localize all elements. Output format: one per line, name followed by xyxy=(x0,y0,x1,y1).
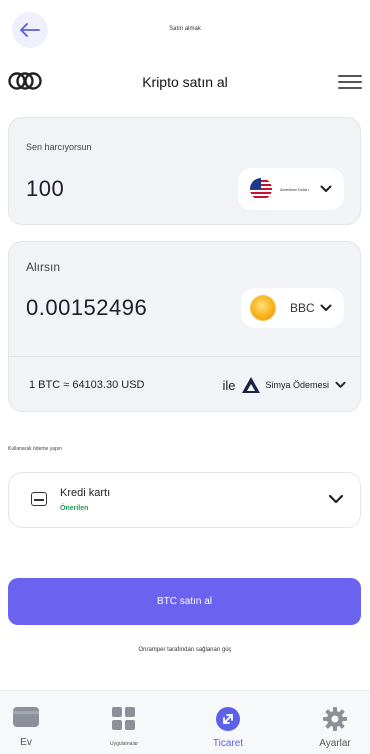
widget-title: Kripto satın al xyxy=(142,74,228,90)
receive-label: Alırsın xyxy=(26,260,61,274)
receive-amount: 0.00152496 xyxy=(26,295,148,320)
nav-label-trade: Ticaret xyxy=(212,738,244,749)
nav-item-home[interactable]: Ev xyxy=(0,691,63,754)
payment-method-name: Kredi kartı xyxy=(60,487,111,499)
provider-selector[interactable]: ile Simya Ödemesi xyxy=(222,376,346,394)
recommended-badge: Önerilen xyxy=(60,505,89,512)
credit-card-icon xyxy=(31,492,47,506)
spend-amount-input[interactable]: 100 xyxy=(26,176,64,202)
chevron-down-icon xyxy=(335,381,346,388)
fiat-currency-label: Amerikan Doları xyxy=(280,186,309,192)
nav-item-apps[interactable]: Uygulamalar xyxy=(87,691,161,754)
chevron-down-icon xyxy=(320,185,332,192)
us-flag-icon xyxy=(250,178,272,200)
wallet-icon xyxy=(13,707,39,727)
powered-by-text: Onramper tarafından sağlanan güç xyxy=(138,647,232,653)
provider-name: Simya Ödemesi xyxy=(265,380,329,390)
crypto-currency-label: BBC xyxy=(290,301,315,315)
payment-method-label: Kullanarak ödeme yapın xyxy=(8,446,62,452)
menu-button[interactable] xyxy=(338,70,362,94)
trade-icon xyxy=(216,707,240,731)
spend-card: Sen harcıyorsun 100 Amerikan Doları xyxy=(8,117,361,225)
nav-label-apps: Uygulamalar xyxy=(109,741,139,747)
card-divider xyxy=(8,356,361,357)
nav-item-settings[interactable]: Ayarlar xyxy=(298,691,370,754)
crypto-currency-selector[interactable]: BBC xyxy=(241,288,344,328)
provider-prefix: ile xyxy=(222,377,236,393)
chevron-down-icon xyxy=(328,494,344,504)
apps-grid-icon xyxy=(112,707,135,730)
buy-btc-button[interactable]: BTC satın al xyxy=(8,578,361,625)
nav-label-settings: Ayarlar xyxy=(319,738,351,749)
spend-label: Sen harcıyorsun xyxy=(26,142,92,152)
widget-header: Kripto satın al xyxy=(0,64,370,100)
nav-item-trade[interactable]: Ticaret xyxy=(191,691,265,754)
menu-icon xyxy=(338,75,362,77)
alchemy-logo-icon xyxy=(242,377,261,393)
nav-label-home: Ev xyxy=(20,737,32,748)
bitcoin-coin-icon xyxy=(251,296,275,320)
chevron-down-icon xyxy=(320,304,332,311)
bottom-nav: Ev Uygulamalar Ticaret Ayarlar xyxy=(0,690,370,754)
fiat-currency-selector[interactable]: Amerikan Doları xyxy=(238,168,344,210)
top-bar: Satın almak xyxy=(0,0,370,60)
exchange-rate: 1 BTC ≈ 64103.30 USD xyxy=(29,379,145,391)
settings-gear-icon xyxy=(323,707,347,731)
payment-method-selector[interactable]: Kredi kartı Önerilen xyxy=(8,472,361,528)
page-title: Satın almak xyxy=(169,26,201,32)
